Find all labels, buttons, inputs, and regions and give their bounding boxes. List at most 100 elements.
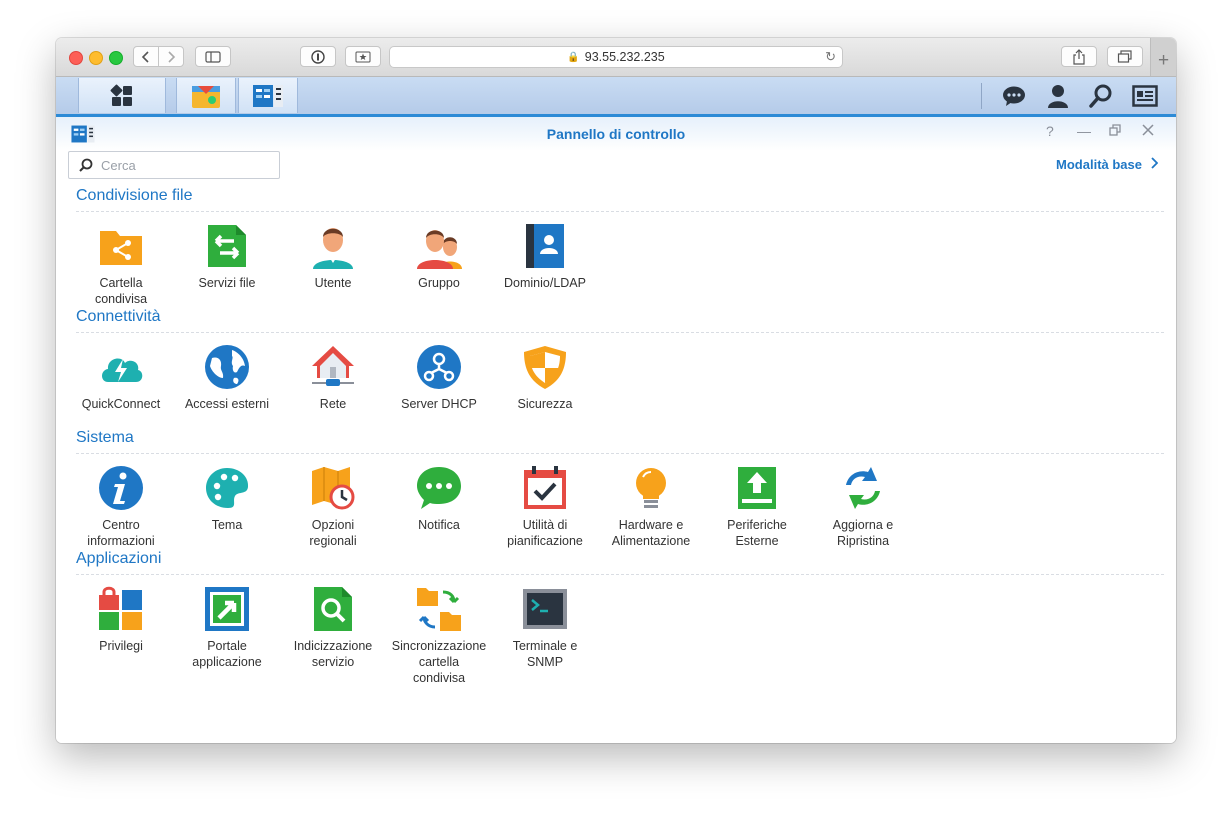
item-theme[interactable]: Tema xyxy=(174,465,280,533)
item-label: Notifica xyxy=(418,518,460,532)
chat-icon xyxy=(1003,86,1025,106)
main-menu-button[interactable] xyxy=(78,78,166,113)
control-panel-icon xyxy=(253,84,283,107)
item-label: Centro informazioni xyxy=(87,518,155,548)
share-button[interactable] xyxy=(1061,46,1097,67)
item-external-devices[interactable]: Periferiche Esterne xyxy=(704,465,810,549)
forward-button[interactable] xyxy=(158,46,184,67)
window-title: Pannello di controllo xyxy=(546,126,686,142)
item-info-center[interactable]: Centro informazioni xyxy=(68,465,174,549)
help-icon[interactable]: ? xyxy=(1046,123,1054,139)
network-icon xyxy=(310,344,356,390)
item-update-restore[interactable]: Aggiorna e Ripristina xyxy=(810,465,916,549)
restore-icon[interactable] xyxy=(1109,123,1121,139)
control-panel-header: Pannello di controllo ? — xyxy=(56,117,1176,151)
item-group[interactable]: Gruppo xyxy=(386,223,492,291)
section-divider xyxy=(76,211,1164,212)
tabs-overview-button[interactable] xyxy=(1107,46,1143,67)
section-divider xyxy=(76,574,1164,575)
item-security[interactable]: Sicurezza xyxy=(492,344,598,412)
update-restore-icon xyxy=(840,465,886,511)
chevron-left-icon xyxy=(141,50,149,63)
widgets-icon xyxy=(1132,85,1158,107)
search-input[interactable] xyxy=(99,156,273,174)
lock-icon: 🔒 xyxy=(567,51,580,63)
item-label: QuickConnect xyxy=(81,397,161,411)
item-label: Indicizzazione servizio xyxy=(293,639,373,669)
item-quickconnect[interactable]: QuickConnect xyxy=(68,344,174,412)
control-panel-taskbar-button[interactable] xyxy=(238,78,298,113)
terminal-snmp-icon xyxy=(522,586,568,632)
item-application-portal[interactable]: Portale applicazione xyxy=(174,586,280,670)
item-shared-folder-sync[interactable]: Sincronizzazione cartella condivisa xyxy=(386,586,492,686)
user-icon xyxy=(1048,85,1068,108)
item-label: Terminale e SNMP xyxy=(512,639,578,669)
item-network[interactable]: Rete xyxy=(280,344,386,412)
quickconnect-icon xyxy=(98,344,144,390)
item-label: Aggiorna e Ripristina xyxy=(832,518,894,548)
widgets-button[interactable] xyxy=(1130,82,1160,110)
item-file-services[interactable]: Servizi file xyxy=(174,223,280,291)
bookmarks-button[interactable] xyxy=(345,46,381,67)
browser-window: 🔒 93.55.232.235 ↻ + Pannello di controll… xyxy=(56,38,1176,743)
item-indexing-service[interactable]: Indicizzazione servizio xyxy=(280,586,386,670)
item-label: Accessi esterni xyxy=(184,397,270,411)
item-dhcp-server[interactable]: Server DHCP xyxy=(386,344,492,412)
user-options-button[interactable] xyxy=(1043,82,1073,110)
dhcp-server-icon xyxy=(416,344,462,390)
search-icon xyxy=(1089,84,1112,108)
item-task-scheduler[interactable]: Utilità di pianificazione xyxy=(492,465,598,549)
maximize-window-button[interactable] xyxy=(109,51,123,65)
new-tab-button[interactable]: + xyxy=(1150,38,1176,76)
item-notification[interactable]: Notifica xyxy=(386,465,492,533)
theme-icon xyxy=(204,465,250,511)
minimize-icon[interactable]: — xyxy=(1077,123,1091,139)
back-button[interactable] xyxy=(133,46,159,67)
item-user[interactable]: Utente xyxy=(280,223,386,291)
item-terminal-snmp[interactable]: Terminale e SNMP xyxy=(492,586,598,670)
search-field[interactable] xyxy=(68,151,280,179)
close-icon[interactable] xyxy=(1142,123,1154,139)
item-label: Sincronizzazione cartella condivisa xyxy=(391,639,487,685)
item-label: Utente xyxy=(314,276,352,290)
close-window-button[interactable] xyxy=(69,51,83,65)
section-title-connectivity: Connettività xyxy=(76,308,161,325)
item-hardware-power[interactable]: Hardware e Alimentazione xyxy=(598,465,704,549)
item-regional-options[interactable]: Opzioni regionali xyxy=(280,465,386,549)
external-devices-icon xyxy=(734,465,780,511)
main-menu-icon xyxy=(110,84,132,106)
item-domain-ldap[interactable]: Dominio/LDAP xyxy=(492,223,598,291)
item-privileges[interactable]: Privilegi xyxy=(68,586,174,654)
security-icon xyxy=(522,344,568,390)
privileges-icon xyxy=(98,586,144,632)
shared-folder-sync-icon xyxy=(416,586,462,632)
password-button[interactable] xyxy=(300,46,336,67)
search-icon xyxy=(79,158,93,172)
section-divider xyxy=(76,332,1164,333)
item-label: Periferiche Esterne xyxy=(727,518,787,548)
control-panel-window: Pannello di controllo ? — Modalità base … xyxy=(56,117,1176,743)
section-title-system: Sistema xyxy=(76,429,134,446)
item-label: Rete xyxy=(319,397,347,411)
item-label: Gruppo xyxy=(418,276,460,290)
domain-ldap-icon xyxy=(522,223,568,269)
share-icon xyxy=(1073,48,1085,65)
minimize-window-button[interactable] xyxy=(89,51,103,65)
package-center-taskbar-button[interactable] xyxy=(176,78,236,113)
item-shared-folder[interactable]: Cartella condivisa xyxy=(68,223,174,307)
external-access-icon xyxy=(204,344,250,390)
hardware-power-icon xyxy=(628,465,674,511)
dsm-taskbar xyxy=(56,77,1176,117)
indexing-service-icon xyxy=(310,586,356,632)
address-bar[interactable]: 🔒 93.55.232.235 ↻ xyxy=(389,46,843,68)
messages-button[interactable] xyxy=(999,82,1029,110)
reload-icon[interactable]: ↻ xyxy=(825,49,836,65)
basic-mode-link[interactable]: Modalità base xyxy=(1056,156,1159,172)
file-services-icon xyxy=(204,223,250,269)
search-button[interactable] xyxy=(1086,82,1116,110)
chevron-right-icon xyxy=(168,50,176,63)
item-external-access[interactable]: Accessi esterni xyxy=(174,344,280,412)
chevron-right-icon xyxy=(1150,156,1159,172)
item-label: Privilegi xyxy=(99,639,143,653)
sidebar-button[interactable] xyxy=(195,46,231,67)
